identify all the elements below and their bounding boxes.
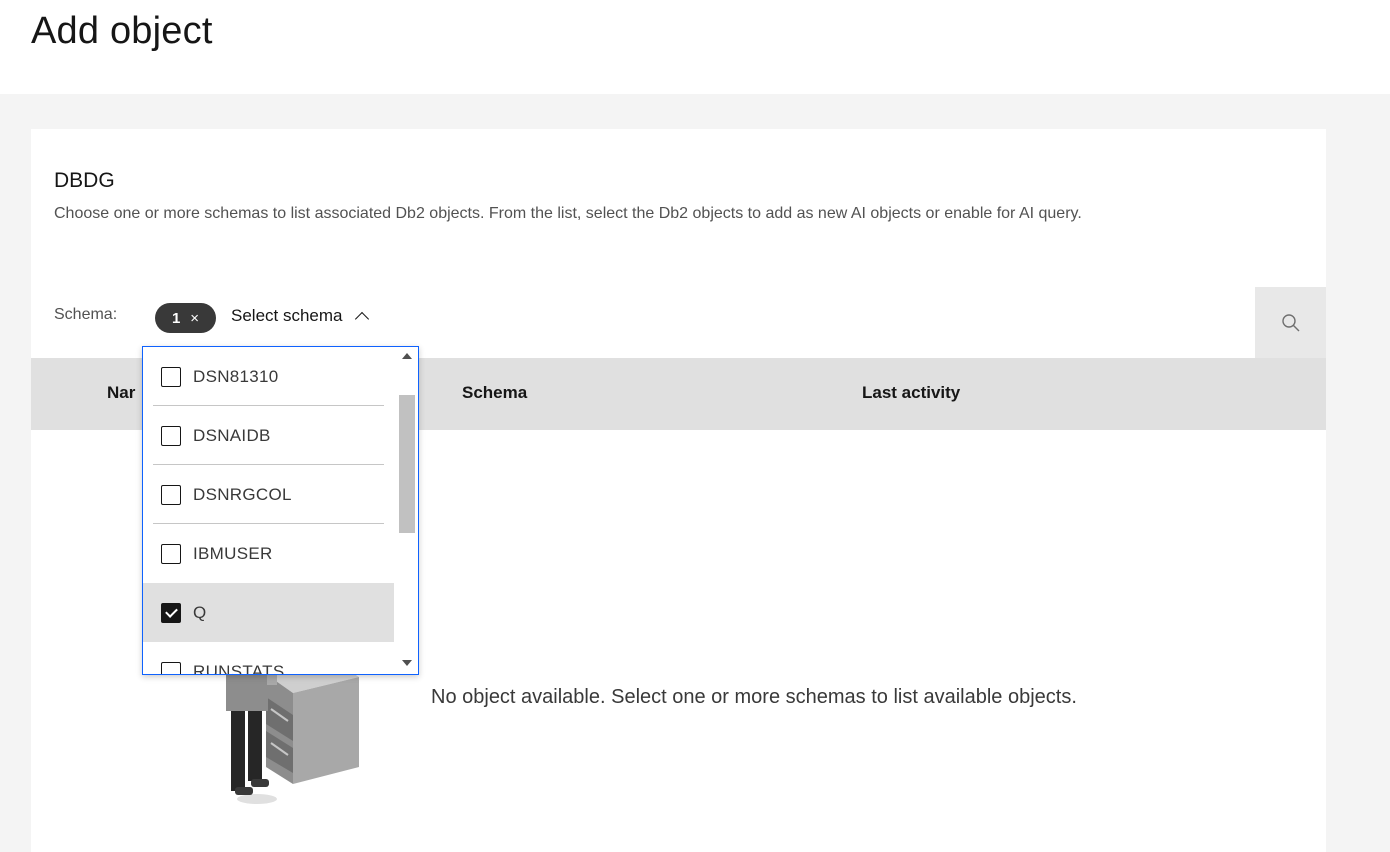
card-description: Choose one or more schemas to list assoc… [54, 205, 1082, 222]
dropdown-scrollbar[interactable] [394, 347, 418, 674]
schema-label: Schema: [54, 306, 118, 323]
checkbox[interactable] [161, 425, 181, 446]
option-label: DSNRGCOL [193, 484, 292, 504]
schema-select[interactable]: Select schema [231, 306, 369, 326]
option-label: DSNAIDB [193, 425, 271, 445]
schema-option-ibmuser[interactable]: IBMUSER [143, 524, 394, 583]
schema-option-dsnaidb[interactable]: DSNAIDB [143, 406, 394, 465]
option-label: IBMUSER [193, 543, 273, 563]
scroll-thumb[interactable] [399, 395, 415, 533]
card-title: DBDG [54, 169, 115, 192]
empty-state-message: No object available. Select one or more … [431, 686, 1077, 708]
checkbox-checked[interactable] [161, 602, 181, 623]
checkbox[interactable] [161, 366, 181, 387]
scroll-up-icon[interactable] [402, 353, 412, 359]
search-icon [1281, 313, 1299, 331]
scroll-down-icon[interactable] [402, 660, 412, 666]
tag-count: 1 [171, 309, 181, 327]
schema-option-runstats[interactable]: RUNSTATS [143, 642, 394, 675]
search-button[interactable] [1255, 287, 1326, 358]
page-title: Add object [31, 10, 213, 52]
checkbox[interactable] [161, 484, 181, 505]
schema-option-q[interactable]: Q [143, 583, 394, 642]
schema-options-list: DSN81310 DSNAIDB DSNRGCOL IBMUSER Q RUNS… [143, 347, 394, 675]
schema-option-dsnrgcol[interactable]: DSNRGCOL [143, 465, 394, 524]
checkbox[interactable] [161, 661, 181, 674]
option-label: Q [193, 602, 207, 622]
schema-select-label: Select schema [231, 306, 343, 325]
column-header-name[interactable]: Nar [107, 383, 135, 403]
selected-count-tag[interactable]: 1 × [155, 303, 216, 333]
schema-dropdown-menu[interactable]: DSN81310 DSNAIDB DSNRGCOL IBMUSER Q RUNS… [142, 346, 419, 675]
option-label: RUNSTATS [193, 661, 285, 675]
column-header-schema[interactable]: Schema [462, 383, 527, 403]
chevron-up-icon [354, 311, 369, 326]
checkbox[interactable] [161, 543, 181, 564]
option-label: DSN81310 [193, 366, 279, 386]
column-header-last-activity[interactable]: Last activity [862, 383, 960, 403]
schema-option-dsn81310[interactable]: DSN81310 [143, 347, 394, 406]
clear-selection-icon[interactable]: × [190, 310, 199, 327]
